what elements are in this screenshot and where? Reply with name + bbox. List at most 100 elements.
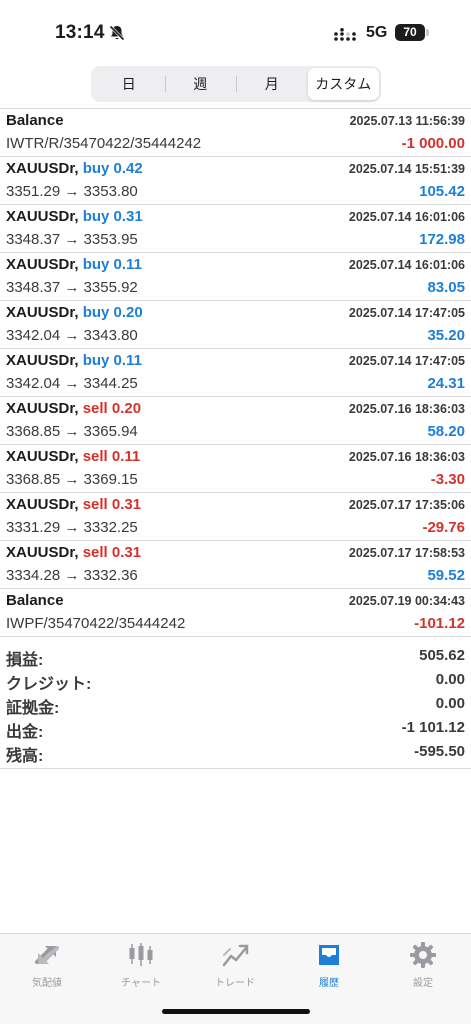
period-segmented-control: 日 週 月 カスタム (91, 66, 381, 102)
deal-row[interactable]: Balance IWTR/R/35470422/35444242 2025.07… (0, 109, 471, 157)
summary-label: クレジット: (6, 676, 92, 693)
tab-trade[interactable]: トレード (188, 940, 282, 989)
account-summary: 損益: 505.62 クレジット: 0.00 証拠金: 0.00 出金: -1 … (0, 644, 471, 769)
deal-title: XAUUSDr, buy 0.42 (6, 160, 143, 177)
deal-time: 2025.07.13 11:56:39 (349, 114, 465, 128)
period-tab-week[interactable]: 週 (164, 68, 237, 100)
deal-action: buy 0.11 (82, 256, 142, 273)
deal-title: XAUUSDr, buy 0.11 (6, 352, 142, 369)
deal-profit: 35.20 (427, 327, 465, 344)
chart-icon (129, 943, 153, 966)
summary-label: 証拠金: (6, 700, 60, 717)
deal-prices: 3342.04 → 3344.25 (6, 375, 138, 392)
period-tab-day[interactable]: 日 (93, 68, 165, 100)
deal-time: 2025.07.14 17:47:05 (348, 354, 465, 368)
deal-symbol: XAUUSDr, (6, 208, 79, 225)
deal-row[interactable]: XAUUSDr, buy 0.20 3342.04 → 3343.80 2025… (0, 301, 471, 349)
deal-symbol: XAUUSDr, (6, 544, 79, 561)
deal-prices: 3331.29 → 3332.25 (6, 519, 138, 536)
deal-profit: 24.31 (427, 375, 465, 392)
deal-title: XAUUSDr, sell 0.11 (6, 448, 140, 465)
history-icon (319, 945, 339, 965)
deal-profit: -1 000.00 (401, 135, 465, 152)
deal-time: 2025.07.14 17:47:05 (348, 306, 465, 320)
status-bar: 13:14 5G 70 (0, 0, 471, 60)
home-indicator (162, 1009, 310, 1014)
trade-icon (222, 944, 249, 967)
deal-row[interactable]: XAUUSDr, buy 0.11 3348.37 → 3355.92 2025… (0, 253, 471, 301)
tab-settings[interactable]: 設定 (376, 940, 470, 989)
deal-profit: -29.76 (422, 519, 465, 536)
tab-quotes[interactable]: 気配値 (0, 940, 94, 989)
tab-label: 気配値 (32, 978, 62, 989)
deal-profit: 105.42 (419, 183, 465, 200)
battery-icon: 70 (395, 24, 425, 41)
deal-prices: 3368.85 → 3369.15 (6, 471, 138, 488)
deal-prices: 3342.04 → 3343.80 (6, 327, 138, 344)
deal-detail: IWPF/35470422/35444242 (6, 615, 186, 632)
tab-label: トレード (215, 978, 255, 989)
bell-muted-icon (109, 25, 125, 41)
period-tab-custom[interactable]: カスタム (307, 68, 379, 100)
deal-action: sell 0.31 (82, 544, 142, 561)
deal-action: buy 0.11 (82, 352, 142, 369)
tab-chart[interactable]: チャート (94, 940, 188, 989)
deal-row[interactable]: XAUUSDr, buy 0.42 3351.29 → 3353.80 2025… (0, 157, 471, 205)
summary-label: 損益: (6, 652, 44, 669)
summary-row-deposit: 証拠金: 0.00 (0, 692, 471, 717)
tab-history[interactable]: 履歴 (282, 940, 376, 989)
tab-label: チャート (121, 978, 161, 989)
deal-time: 2025.07.14 16:01:06 (348, 210, 465, 224)
summary-value: 505.62 (419, 647, 465, 664)
summary-row-balance: 残高: -595.50 (0, 740, 471, 765)
summary-value: 0.00 (435, 695, 465, 712)
summary-label: 残高: (6, 748, 44, 765)
deal-time: 2025.07.16 18:36:03 (348, 402, 465, 416)
deal-title: XAUUSDr, sell 0.31 (6, 496, 141, 513)
deal-title: Balance (6, 592, 64, 609)
deal-symbol: XAUUSDr, (6, 304, 79, 321)
deal-profit: 58.20 (427, 423, 465, 440)
deal-time: 2025.07.17 17:35:06 (348, 498, 465, 512)
summary-row-credit: クレジット: 0.00 (0, 668, 471, 693)
deal-detail: IWTR/R/35470422/35444242 (6, 135, 202, 152)
deal-prices: 3348.37 → 3355.92 (6, 279, 138, 296)
deal-profit: -3.30 (430, 471, 465, 488)
summary-row-profit: 損益: 505.62 (0, 644, 471, 669)
tab-label: 履歴 (319, 978, 339, 989)
deal-time: 2025.07.19 00:34:43 (348, 594, 465, 608)
deal-title: XAUUSDr, sell 0.20 (6, 400, 141, 417)
battery-cap (426, 29, 429, 36)
deal-row[interactable]: Balance IWPF/35470422/35444242 2025.07.1… (0, 589, 471, 637)
settings-icon (410, 942, 436, 968)
deal-time: 2025.07.16 18:36:03 (348, 450, 465, 464)
summary-value: -595.50 (414, 743, 465, 760)
status-time: 13:14 (55, 22, 105, 43)
deal-title: XAUUSDr, buy 0.11 (6, 256, 142, 273)
summary-value: 0.00 (435, 671, 465, 688)
deal-time: 2025.07.14 16:01:06 (348, 258, 465, 272)
deal-symbol: XAUUSDr, (6, 352, 79, 369)
deal-symbol: Balance (6, 112, 64, 129)
deal-row[interactable]: XAUUSDr, sell 0.11 3368.85 → 3369.15 202… (0, 445, 471, 493)
deal-prices: 3334.28 → 3332.36 (6, 567, 138, 584)
signal-icon (334, 28, 356, 41)
summary-label: 出金: (6, 724, 44, 741)
deal-row[interactable]: XAUUSDr, sell 0.20 3368.85 → 3365.94 202… (0, 397, 471, 445)
deal-title: Balance (6, 112, 64, 129)
deal-profit: 59.52 (427, 567, 465, 584)
deal-title: XAUUSDr, sell 0.31 (6, 544, 141, 561)
period-tab-month[interactable]: 月 (236, 68, 308, 100)
deal-row[interactable]: XAUUSDr, sell 0.31 3334.28 → 3332.36 202… (0, 541, 471, 589)
deal-row[interactable]: XAUUSDr, sell 0.31 3331.29 → 3332.25 202… (0, 493, 471, 541)
deal-title: XAUUSDr, buy 0.31 (6, 208, 143, 225)
deal-symbol: XAUUSDr, (6, 448, 79, 465)
deal-action: buy 0.20 (82, 304, 143, 321)
deal-row[interactable]: XAUUSDr, buy 0.11 3342.04 → 3344.25 2025… (0, 349, 471, 397)
deal-symbol: XAUUSDr, (6, 256, 79, 273)
deal-time: 2025.07.17 17:58:53 (348, 546, 465, 560)
deal-profit: 83.05 (427, 279, 465, 296)
deal-row[interactable]: XAUUSDr, buy 0.31 3348.37 → 3353.95 2025… (0, 205, 471, 253)
deal-action: sell 0.31 (82, 496, 142, 513)
deal-prices: 3351.29 → 3353.80 (6, 183, 138, 200)
